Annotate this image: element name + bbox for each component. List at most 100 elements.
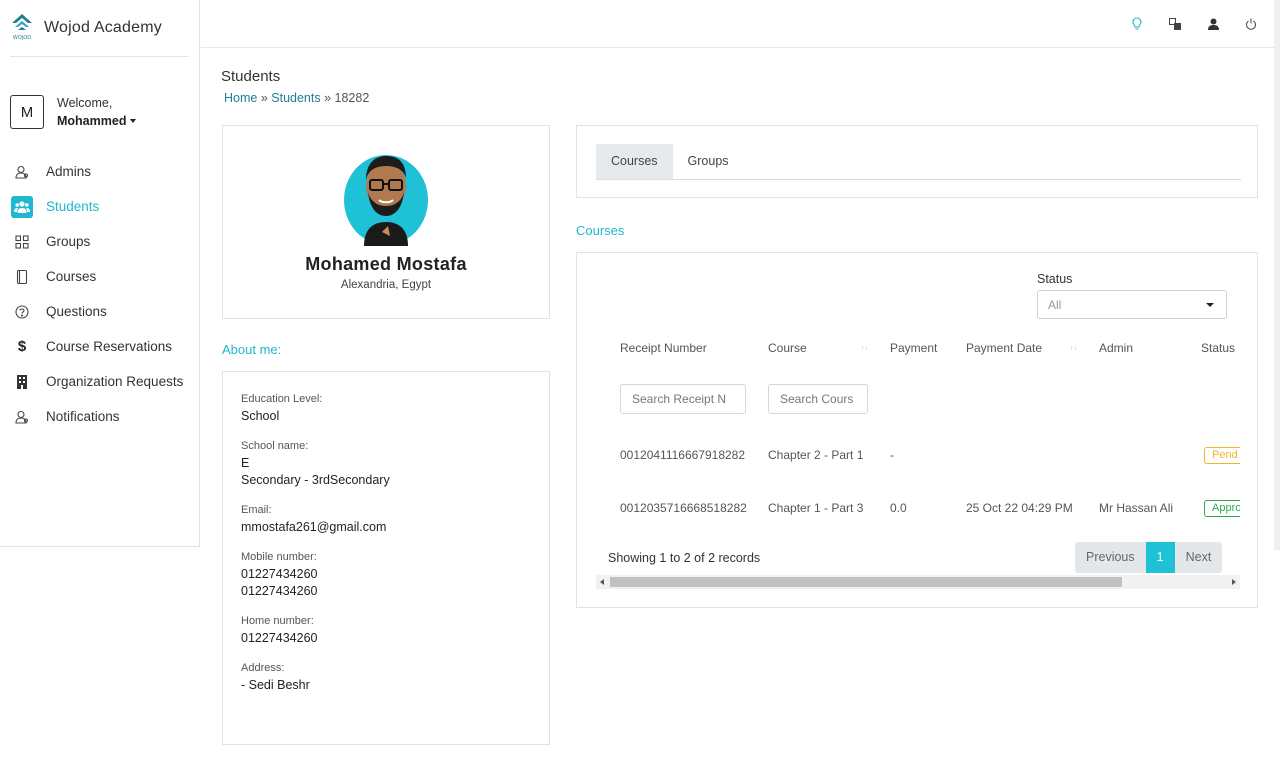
breadcrumb-students[interactable]: Students — [271, 91, 320, 105]
scrollbar-thumb[interactable] — [610, 577, 1122, 587]
breadcrumb-separator: » — [324, 91, 332, 105]
field-label: Address: — [241, 662, 285, 674]
field-mobile-number: Mobile number: 01227434260 01227434260 — [241, 551, 531, 600]
brand-title: Wojod Academy — [44, 19, 162, 36]
avatar: M — [10, 95, 44, 129]
caret-down-icon — [130, 118, 137, 123]
courses-icon — [11, 266, 33, 288]
translate-icon[interactable] — [1156, 14, 1194, 34]
records-summary: Showing 1 to 2 of 2 records — [608, 551, 761, 565]
field-label: Email: — [241, 504, 272, 516]
table-row[interactable]: 001204111666791828​2 Chapter 2 - Part 1 … — [577, 447, 1257, 468]
sidebar-item-label: Admins — [46, 164, 92, 179]
cell-receipt: 0012035716668518282 — [620, 501, 747, 515]
table-header: Receipt Number Course ↑↓ Payment Payment… — [577, 341, 1257, 355]
cell-course: Chapter 1 - Part 3 — [768, 501, 864, 515]
breadcrumb-current: 18282 — [334, 91, 370, 105]
table-clip — [1240, 433, 1257, 523]
breadcrumb-separator: » — [260, 91, 268, 105]
sidebar-item-admins[interactable]: Admins — [0, 154, 199, 189]
sort-icon[interactable]: ↑↓ — [861, 345, 868, 352]
scroll-right-icon[interactable] — [1232, 579, 1236, 585]
sidebar-item-course-reservations[interactable]: $ Course Reservations — [0, 329, 199, 364]
profile-card: Mohamed Mostafa Alexandria, Egypt — [222, 125, 550, 319]
profile-location: Alexandria, Egypt — [340, 279, 432, 291]
field-home-number: Home number: 01227434260 — [241, 615, 531, 647]
profile-name: Mohamed Mostafa — [305, 254, 467, 274]
sidebar-item-courses[interactable]: Courses — [0, 259, 199, 294]
cell-date: 25 Oct 22 04:29 PM — [966, 501, 1073, 515]
page-1-button[interactable]: 1 — [1145, 542, 1175, 573]
field-value: 01227434260 — [241, 567, 318, 581]
cell-admin: Mr Hassan Ali — [1099, 501, 1174, 515]
svg-text:WOJOD: WOJOD — [13, 35, 31, 41]
sort-icon[interactable]: ↑↓ — [1070, 345, 1077, 352]
welcome-text: Welcome, — [57, 96, 113, 110]
column-payment[interactable]: Payment — [890, 341, 937, 355]
tab-groups[interactable]: Groups — [673, 144, 744, 179]
power-icon[interactable] — [1232, 14, 1270, 34]
table-row[interactable]: 0012035716668518282 Chapter 1 - Part 3 0… — [577, 500, 1257, 521]
field-school-name: School name: E Secondary - 3rdSecondary — [241, 440, 531, 489]
cell-course: Chapter 2 - Part 1 — [768, 448, 864, 462]
cell-payment: 0.0 — [890, 501, 907, 515]
field-label: Education Level: — [241, 393, 323, 405]
cell-payment: - — [890, 448, 894, 462]
page-scrollbar[interactable] — [1274, 0, 1280, 550]
field-value: Secondary - 3rdSecondary — [241, 473, 390, 487]
user-menu-toggle[interactable]: Mohammed — [57, 112, 137, 130]
column-course[interactable]: Course — [768, 341, 807, 355]
profile-avatar — [344, 150, 428, 246]
scroll-left-icon[interactable] — [600, 579, 604, 585]
column-status[interactable]: Status — [1201, 341, 1235, 355]
cell-receipt: 001204111666791828​2 — [620, 448, 746, 462]
status-filter-label: Status — [1037, 272, 1073, 286]
field-label: School name: — [241, 440, 309, 452]
search-receipt-input[interactable]: Search Receipt N — [620, 384, 746, 414]
tabs: Courses Groups — [596, 144, 1241, 180]
field-address: Address: - Sedi Beshr — [241, 662, 531, 694]
search-course-input[interactable]: Search Cours — [768, 384, 868, 414]
next-page-button[interactable]: Next — [1174, 542, 1223, 573]
tab-courses[interactable]: Courses — [596, 144, 673, 179]
students-icon — [11, 195, 33, 218]
field-value: School — [241, 409, 280, 423]
field-value: E — [241, 456, 250, 470]
field-value: 01227434260 — [241, 631, 318, 645]
dollar-icon: $ — [17, 338, 27, 355]
breadcrumb-home[interactable]: Home — [224, 91, 257, 105]
field-email: Email: mmostafa261@gmail.com — [241, 504, 531, 536]
sidebar-item-organization-requests[interactable]: Organization Requests — [0, 364, 199, 399]
status-filter-select[interactable]: All — [1037, 290, 1227, 319]
field-value: mmostafa261@gmail.com — [241, 520, 387, 534]
sidebar-item-groups[interactable]: Groups — [0, 224, 199, 259]
sidebar-item-label: Notifications — [46, 409, 120, 424]
sidebar-item-students[interactable]: Students — [0, 189, 199, 224]
column-payment-date[interactable]: Payment Date — [966, 341, 1042, 355]
tabs-card: Courses Groups — [576, 125, 1258, 198]
lightbulb-icon[interactable] — [1118, 14, 1156, 34]
groups-icon — [11, 231, 33, 253]
field-label: Home number: — [241, 615, 314, 627]
breadcrumb: Home » Students » 18282 — [224, 91, 369, 105]
column-admin[interactable]: Admin — [1099, 341, 1133, 355]
sidebar-item-label: Students — [46, 199, 100, 214]
previous-page-button[interactable]: Previous — [1075, 542, 1146, 573]
user-icon[interactable] — [1194, 14, 1232, 34]
user-welcome: M Welcome, Mohammed — [0, 57, 199, 149]
about-title: About me: — [222, 342, 282, 357]
sidebar-item-label: Questions — [46, 304, 107, 319]
field-label: Mobile number: — [241, 551, 317, 563]
page-title: Students — [221, 68, 281, 85]
admin-icon — [11, 161, 33, 183]
building-icon — [11, 371, 33, 393]
courses-heading: Courses — [576, 223, 625, 238]
sidebar-item-notifications[interactable]: Notifications — [0, 399, 199, 434]
topbar-icons — [1118, 14, 1270, 34]
horizontal-scrollbar[interactable] — [596, 575, 1240, 589]
brand[interactable]: WOJOD Wojod Academy — [10, 0, 189, 57]
sidebar-item-questions[interactable]: Questions — [0, 294, 199, 329]
about-card: Education Level: School School name: E S… — [222, 371, 550, 745]
column-receipt-number[interactable]: Receipt Number — [620, 341, 707, 355]
chevron-down-icon — [1206, 303, 1214, 307]
